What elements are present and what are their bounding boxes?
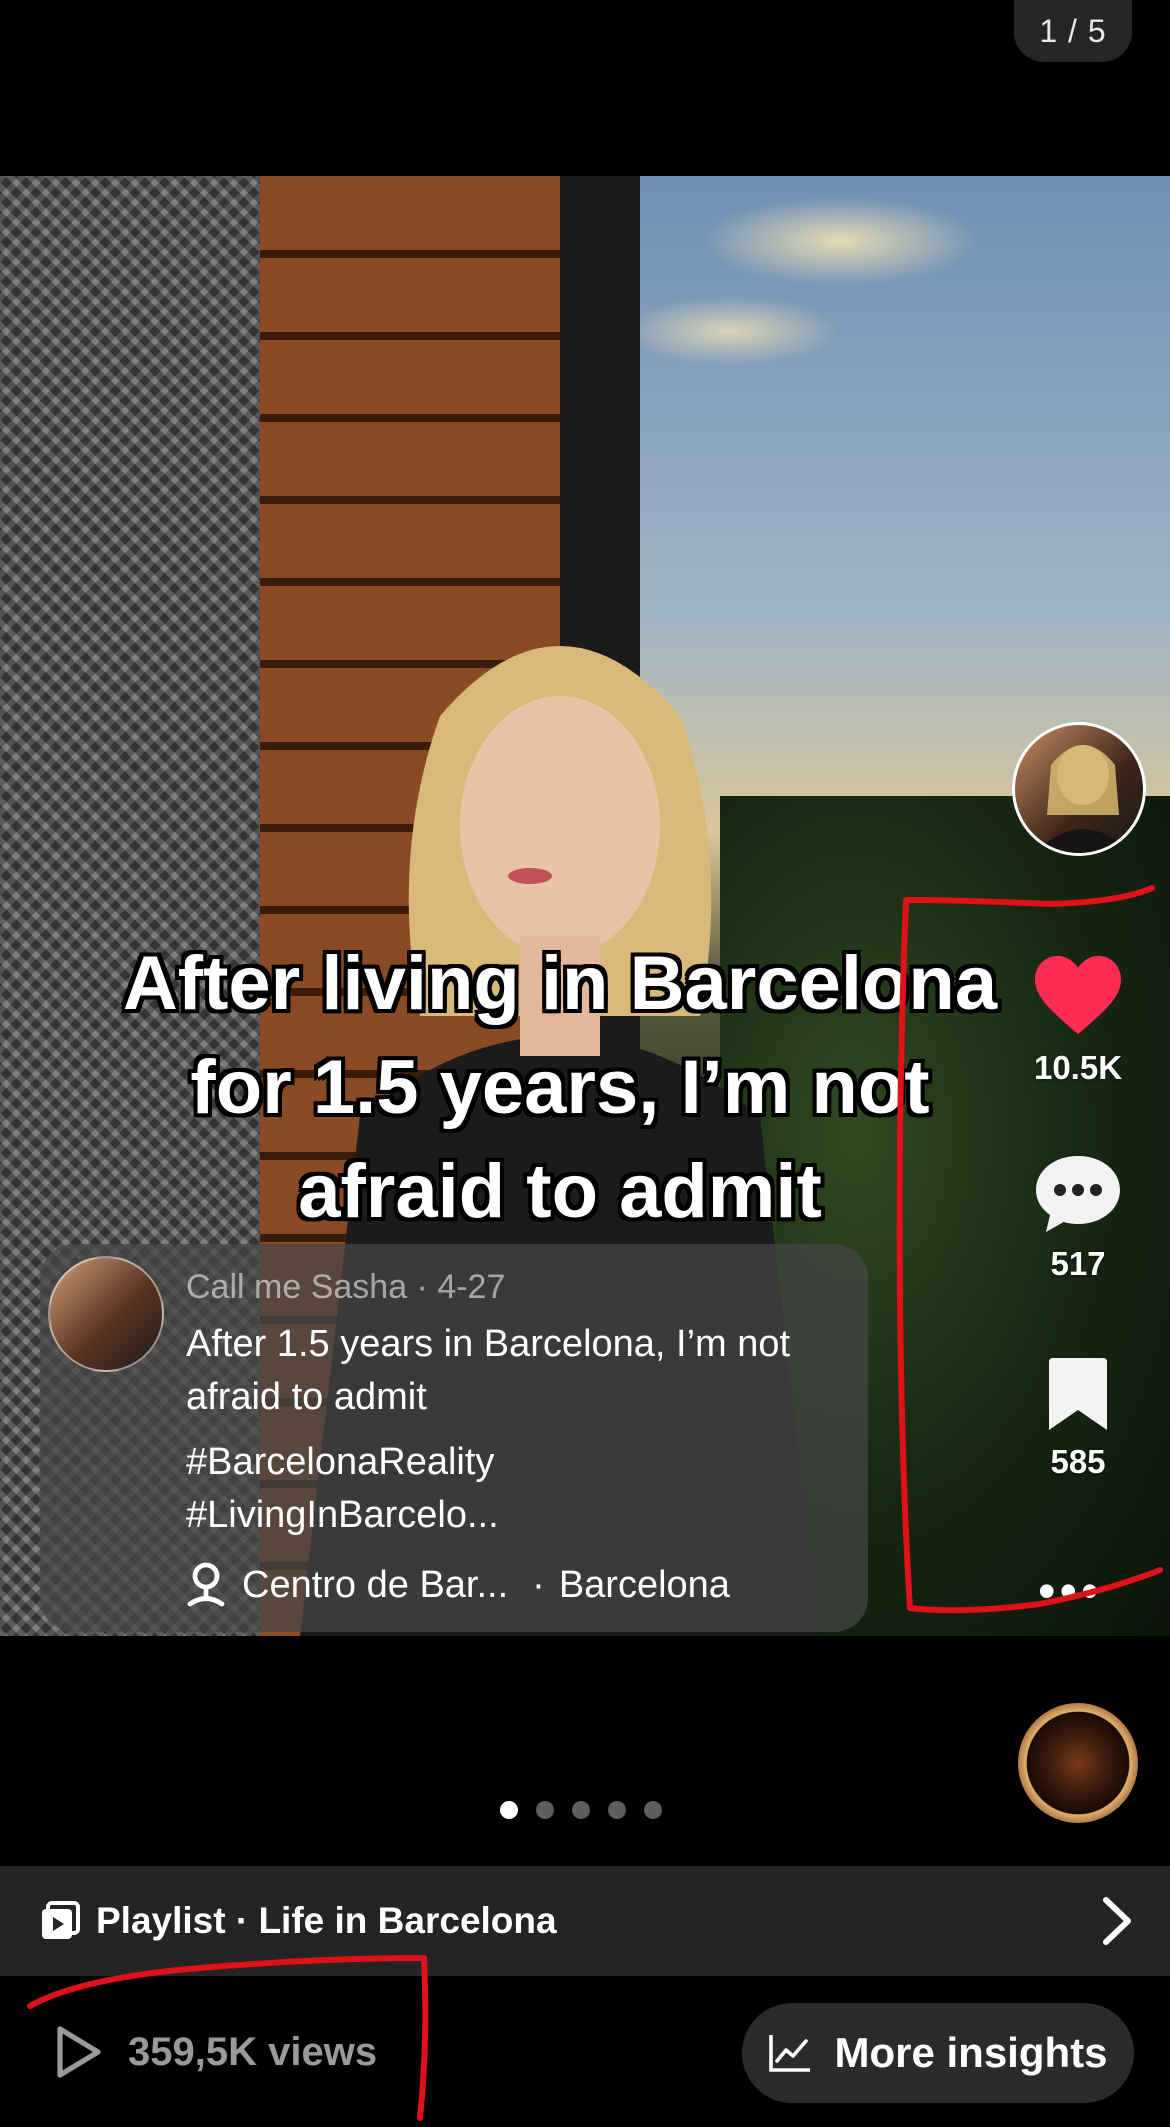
views-count: 359,5K views — [128, 2029, 378, 2074]
overlay-line: afraid to admit — [298, 1149, 822, 1234]
hashtag-list: #BarcelonaReality #LivingInBarcelo... — [186, 1436, 846, 1542]
save-button[interactable]: 585 — [1018, 1356, 1138, 1481]
author-avatar[interactable] — [48, 1256, 164, 1372]
avatar-image — [1035, 745, 1131, 853]
carousel-dot[interactable] — [536, 1801, 554, 1819]
comment-bubble-icon — [1036, 1156, 1120, 1232]
carousel-dot[interactable] — [608, 1801, 626, 1819]
heart-icon — [1035, 955, 1121, 1035]
carousel-dot[interactable] — [500, 1801, 518, 1819]
play-outline-icon — [57, 2026, 101, 2078]
cloud — [620, 296, 840, 366]
more-insights-button[interactable]: More insights — [742, 2003, 1134, 2103]
hashtag-link[interactable]: #BarcelonaReality — [186, 1436, 846, 1489]
save-count: 585 — [1050, 1443, 1106, 1480]
overlay-line: After living in Barcelona — [122, 941, 998, 1026]
carousel-indicator — [500, 1801, 662, 1819]
more-options-button[interactable]: ••• — [1038, 1566, 1103, 1616]
playlist-label: Playlist · Life in Barcelona — [96, 1900, 557, 1941]
cloud — [700, 196, 980, 286]
location-row[interactable]: Centro de Bar... · Barcelona — [186, 1560, 730, 1610]
playlist-icon — [42, 1901, 80, 1939]
overlay-caption: After living in Barcelona for 1.5 years,… — [60, 932, 1060, 1244]
author-and-date[interactable]: Call me Sasha · 4-27 — [186, 1268, 505, 1307]
carousel-dot[interactable] — [644, 1801, 662, 1819]
location-city[interactable]: Barcelona — [559, 1564, 730, 1607]
views-stat: 359,5K views — [54, 2024, 377, 2080]
overlay-line: for 1.5 years, I’m not — [190, 1045, 930, 1130]
hashtag-link[interactable]: #LivingInBarcelo... — [186, 1489, 846, 1542]
post-description: After 1.5 years in Barcelona, I’m not af… — [186, 1323, 791, 1418]
like-count: 10.5K — [1033, 1049, 1123, 1086]
carousel-dot[interactable] — [572, 1801, 590, 1819]
bookmark-icon — [1049, 1358, 1107, 1430]
comment-count: 517 — [1050, 1245, 1106, 1282]
creator-avatar[interactable] — [1012, 722, 1146, 856]
page-counter: 1 / 5 — [1014, 0, 1132, 62]
music-disc-icon[interactable] — [1018, 1703, 1138, 1823]
like-button[interactable]: 10.5K — [1018, 952, 1138, 1087]
comment-button[interactable]: 517 — [1018, 1152, 1138, 1283]
chevron-right-icon — [1103, 1897, 1131, 1945]
playlist-bar[interactable]: Playlist · Life in Barcelona — [0, 1866, 1170, 1976]
line-chart-icon — [769, 2035, 811, 2072]
location-place[interactable]: Centro de Bar... — [242, 1564, 508, 1607]
location-pin-icon — [187, 1562, 225, 1607]
more-insights-label: More insights — [834, 2029, 1108, 2076]
location-separator: · — [532, 1563, 545, 1606]
